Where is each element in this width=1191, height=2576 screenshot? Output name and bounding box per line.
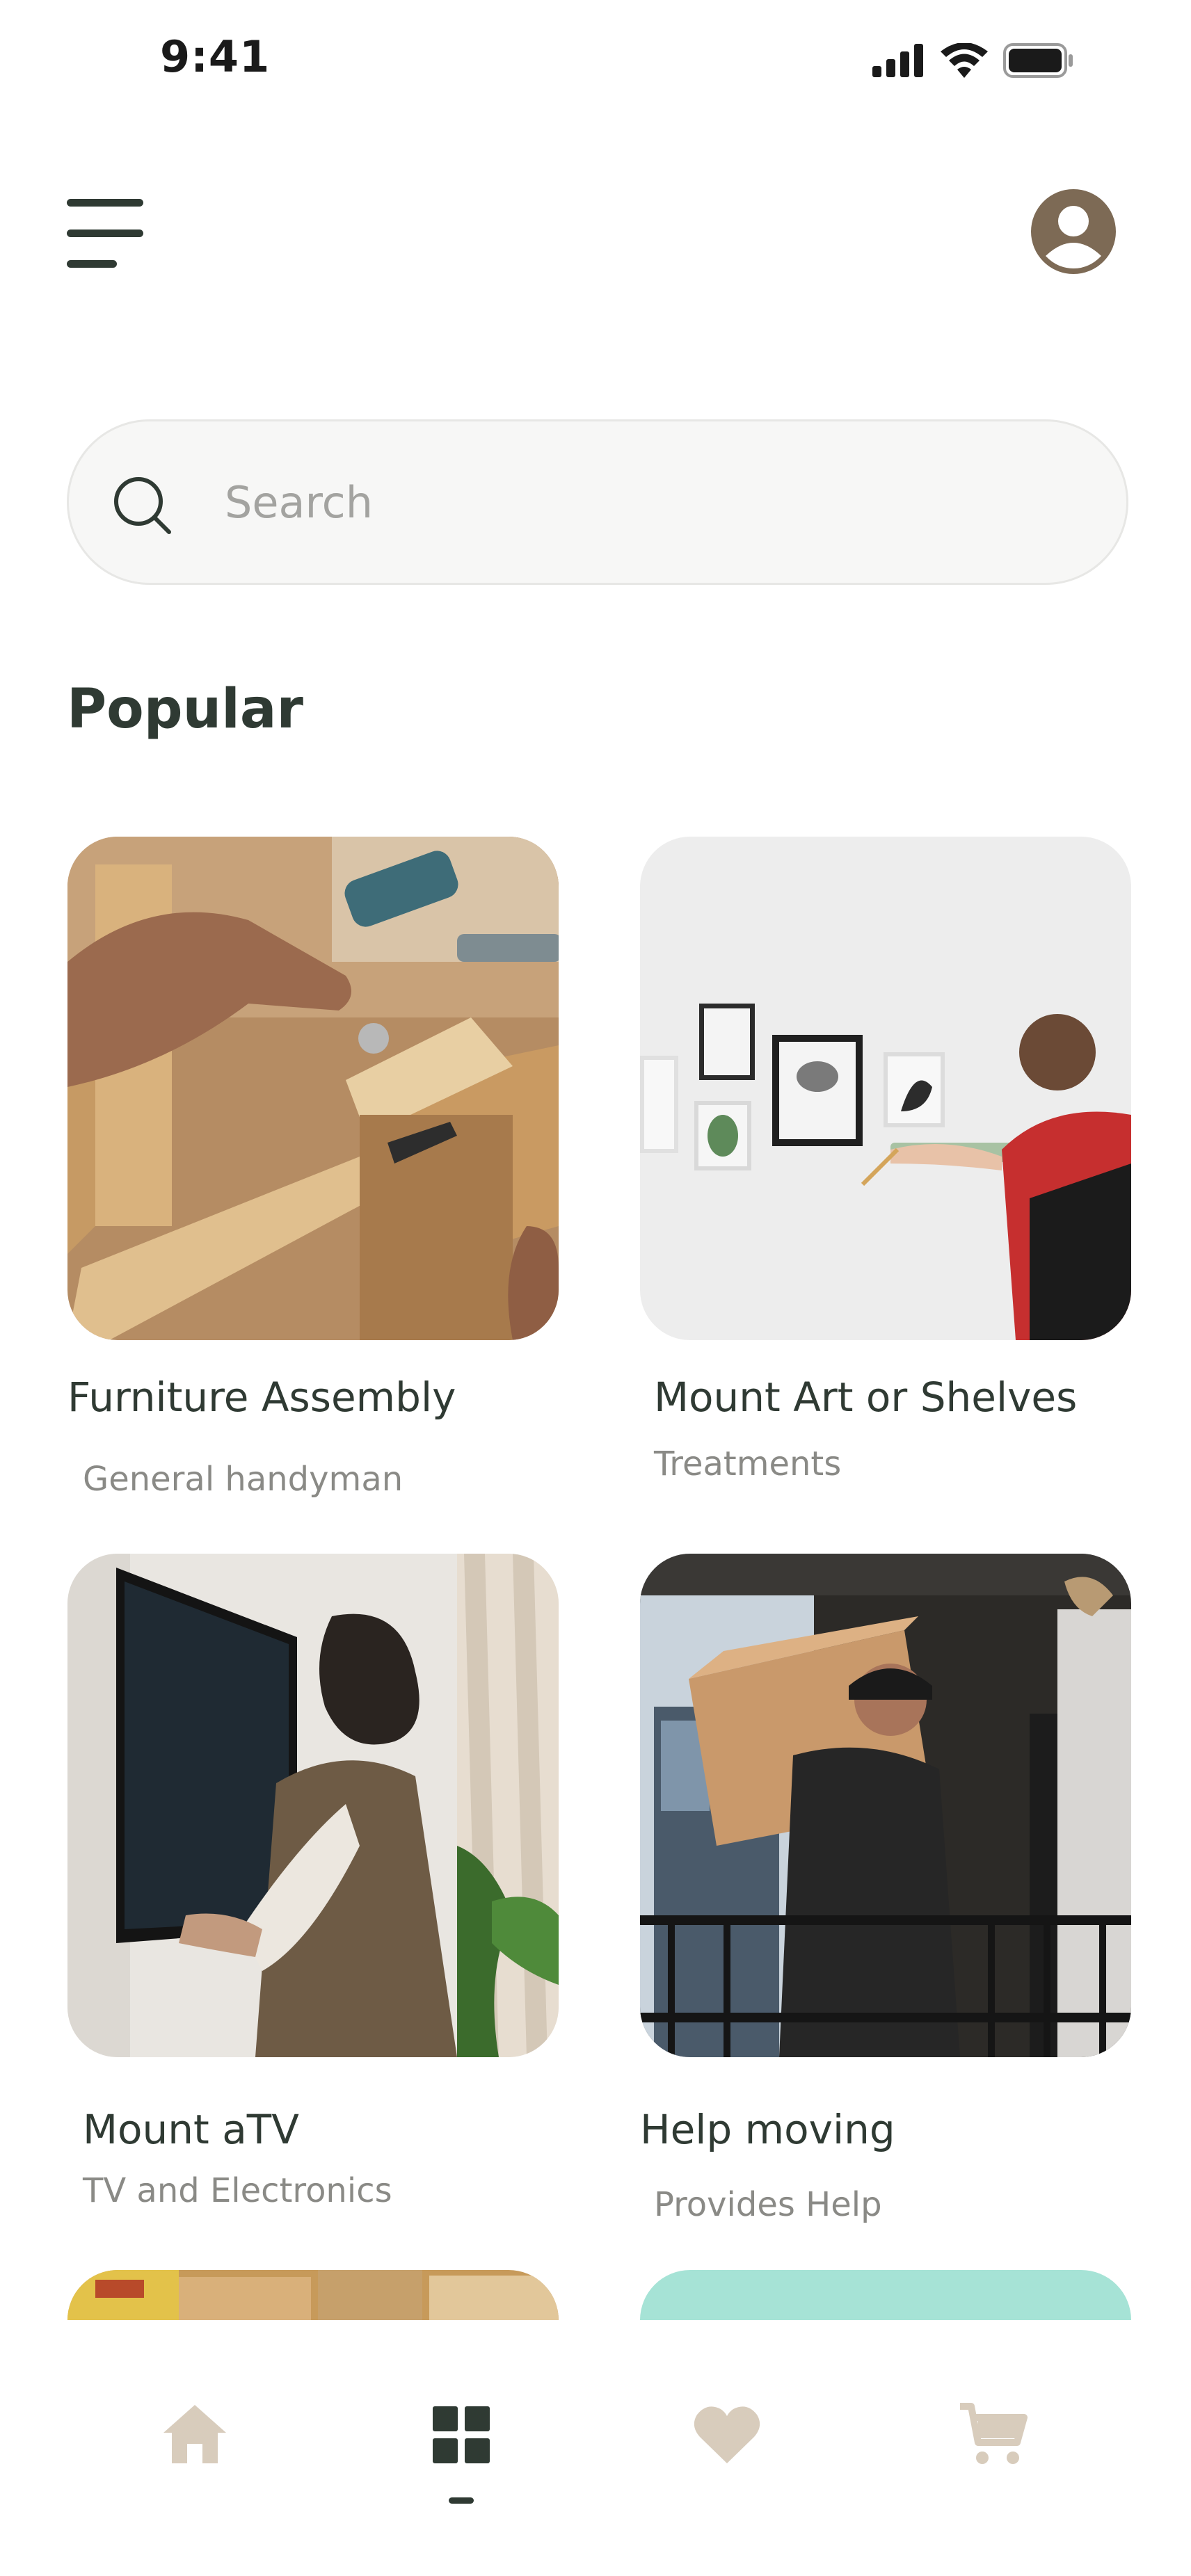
service-card-help-moving[interactable]: Help moving Provides Help [640,1554,1131,2224]
mount-tv-photo [67,1554,559,2057]
search-input[interactable] [223,449,1061,555]
search-icon [114,477,171,534]
service-card-teal[interactable] [640,2270,1131,2320]
status-bar: 9:41 [0,0,1191,125]
status-icons [872,43,1074,78]
card-title: Mount aTV [83,2106,299,2153]
nav-favorites-button[interactable] [689,2397,765,2473]
card-subtitle: General handyman [83,1460,403,1499]
home-icon [163,2405,226,2463]
service-card-mount-art[interactable]: Mount Art or Shelves Treatments [640,837,1131,1483]
wall-art-photo [640,837,1131,1340]
service-card-groceries[interactable] [67,2270,559,2320]
menu-line-bottom [67,260,117,268]
menu-line-top [67,199,143,207]
service-card-furniture-assembly[interactable]: Furniture Assembly General handyman [67,837,559,1499]
service-card-mount-tv[interactable]: Mount aTV TV and Electronics [67,1554,559,2210]
teal-card [640,2270,1131,2320]
profile-button[interactable] [1031,189,1116,274]
bottom-navigation [0,2320,1191,2576]
section-title: Popular [67,678,303,741]
user-avatar-icon [1031,189,1116,274]
menu-line-middle [67,230,143,237]
card-subtitle: Treatments [654,1444,842,1483]
groceries-photo [67,2270,559,2320]
nav-cart-button[interactable] [954,2397,1031,2473]
search-bar[interactable] [67,419,1128,585]
card-title: Help moving [640,2106,895,2153]
menu-button[interactable] [67,199,143,268]
moving-box-photo [640,1554,1131,2057]
heart-icon [694,2406,760,2463]
status-time: 9:41 [160,31,271,82]
wifi-icon [941,43,988,78]
battery-icon [1003,43,1073,78]
card-title: Mount Art or Shelves [654,1374,1078,1421]
card-subtitle: TV and Electronics [83,2171,392,2210]
nav-home-button[interactable] [157,2397,233,2473]
furniture-assembly-photo [67,837,559,1340]
active-tab-indicator [449,2497,474,2504]
card-subtitle: Provides Help [654,2185,882,2224]
cart-icon [960,2403,1028,2464]
grid-icon [433,2406,490,2463]
cellular-signal-icon [872,44,923,77]
nav-categories-button[interactable] [423,2397,499,2473]
card-title: Furniture Assembly [67,1374,456,1421]
